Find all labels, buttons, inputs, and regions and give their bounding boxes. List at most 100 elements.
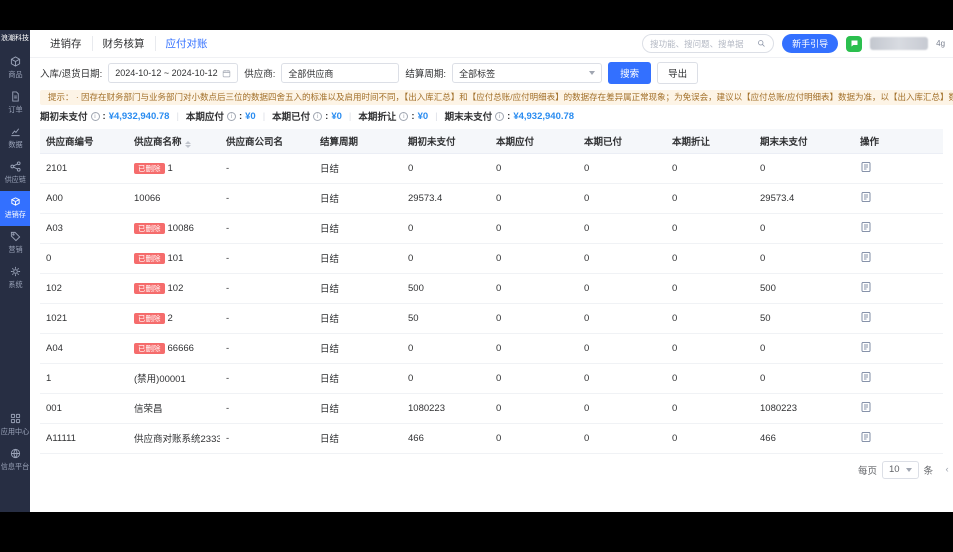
search-icon bbox=[758, 40, 765, 47]
report-icon[interactable] bbox=[860, 191, 872, 203]
cube-icon bbox=[10, 56, 20, 67]
supplier-code-cell: 1021 bbox=[40, 303, 128, 334]
report-icon[interactable] bbox=[860, 311, 872, 323]
supplier-name-cell: 已删除 102 bbox=[128, 273, 220, 304]
report-icon[interactable] bbox=[860, 251, 872, 263]
company-name-cell: - bbox=[220, 183, 314, 214]
per-page-select[interactable]: 10 bbox=[881, 460, 919, 479]
table-row[interactable]: 102 已删除 102 - 日结 500 0 0 0 500 bbox=[40, 273, 943, 304]
global-search-input[interactable] bbox=[650, 38, 754, 49]
closing-unpaid-cell: 0 bbox=[754, 333, 854, 364]
supplier-value[interactable] bbox=[288, 68, 393, 78]
sidebar-item-info-platform[interactable]: 信息平台 bbox=[0, 443, 30, 478]
box-icon bbox=[10, 197, 20, 206]
report-icon[interactable] bbox=[860, 401, 872, 413]
search-button[interactable]: 搜索 bbox=[608, 62, 652, 84]
date-range-input[interactable] bbox=[108, 63, 239, 83]
sidebar-item-data[interactable]: 数据 bbox=[0, 121, 30, 156]
settle-cycle-cell: 日结 bbox=[314, 183, 402, 214]
period-paid-cell: 0 bbox=[578, 213, 666, 244]
user-avatar[interactable] bbox=[870, 37, 929, 50]
row-action-cell[interactable] bbox=[854, 213, 943, 244]
report-icon[interactable] bbox=[860, 161, 872, 173]
col-closing-unpaid: 期末未支付 bbox=[754, 129, 854, 154]
sidebar-item-marketing[interactable]: 营销 bbox=[0, 226, 30, 261]
pagination: 每页 10 条 ‹ 1 2 › bbox=[30, 454, 953, 479]
sidebar-item-supply-chain[interactable]: 供应链 bbox=[0, 156, 30, 191]
summary-period-discount: 本期折让 i: ¥0 bbox=[358, 110, 429, 124]
info-icon[interactable]: i bbox=[495, 111, 505, 121]
table-row[interactable]: 001 信荣昌 - 日结 1080223 0 0 0 1080223 bbox=[40, 393, 943, 424]
sidebar-item-app-center[interactable]: 应用中心 bbox=[0, 408, 30, 443]
supplier-code-cell: 2101 bbox=[40, 153, 128, 184]
tab-inventory[interactable]: 进销存 bbox=[40, 36, 92, 51]
export-button[interactable]: 导出 bbox=[657, 62, 699, 84]
closing-unpaid-cell: 0 bbox=[754, 153, 854, 184]
date-range-value[interactable] bbox=[115, 68, 219, 78]
row-action-cell[interactable] bbox=[854, 333, 943, 364]
closing-unpaid-cell: 0 bbox=[754, 363, 854, 394]
prev-page-button[interactable]: ‹ bbox=[938, 460, 953, 479]
link-nodes-icon bbox=[9, 161, 21, 172]
cycle-select[interactable]: 全部标签 bbox=[452, 63, 603, 83]
period-payable-cell: 0 bbox=[490, 303, 578, 334]
row-action-cell[interactable] bbox=[854, 393, 943, 424]
table-row[interactable]: 0 已删除 101 - 日结 0 0 0 0 0 bbox=[40, 243, 943, 274]
sidebar-item-label: 应用中心 bbox=[0, 427, 30, 436]
table-row[interactable]: A00 10066 - 日结 29573.4 0 0 0 29573.4 bbox=[40, 183, 943, 214]
report-icon[interactable] bbox=[860, 431, 872, 443]
row-action-cell[interactable] bbox=[854, 303, 943, 334]
sort-icon[interactable] bbox=[184, 140, 191, 148]
row-action-cell[interactable] bbox=[854, 273, 943, 304]
row-action-cell[interactable] bbox=[854, 423, 943, 454]
report-icon[interactable] bbox=[860, 371, 872, 383]
row-action-cell[interactable] bbox=[854, 243, 943, 274]
sidebar-item-system[interactable]: 系统 bbox=[0, 261, 30, 296]
sidebar-item-inventory[interactable]: 进销存 bbox=[0, 191, 30, 227]
guide-button[interactable]: 新手引导 bbox=[782, 34, 839, 53]
period-paid-cell: 0 bbox=[578, 423, 666, 454]
user-suffix-label: 4g bbox=[936, 39, 946, 48]
company-name-cell: - bbox=[220, 393, 314, 424]
info-icon[interactable]: i bbox=[226, 111, 236, 121]
screenshot-stage: 浪潮科技 商品 订单 数据 供应链 进销存 营销 系统 应用中心 信息平台 进销… bbox=[0, 0, 953, 552]
sidebar-item-label: 系统 bbox=[7, 280, 23, 289]
global-search[interactable] bbox=[642, 34, 775, 53]
deleted-badge: 已删除 bbox=[134, 223, 165, 234]
per-page-unit: 条 bbox=[923, 465, 934, 477]
supplier-input[interactable] bbox=[281, 63, 400, 83]
messenger-icon[interactable] bbox=[846, 35, 863, 52]
report-icon[interactable] bbox=[860, 341, 872, 353]
row-action-cell[interactable] bbox=[854, 183, 943, 214]
report-icon[interactable] bbox=[860, 281, 872, 293]
period-paid-cell: 0 bbox=[578, 243, 666, 274]
table-row[interactable]: A03 已删除 10086 - 日结 0 0 0 0 0 bbox=[40, 213, 943, 244]
info-icon[interactable]: i bbox=[313, 111, 323, 121]
summary-bar: 期初未支付 i: ¥4,932,940.78 | 本期应付 i: ¥0 | 本期… bbox=[40, 110, 575, 124]
table-wrap: 供应商编号 供应商名称 供应商公司名 结算周期 期初未支付 本期应付 本期已付 … bbox=[30, 127, 953, 454]
table-row[interactable]: A04 已删除 66666 - 日结 0 0 0 0 0 bbox=[40, 333, 943, 364]
top-bar: 进销存 财务核算 应付对账 新手引导 4g bbox=[30, 30, 953, 58]
period-discount-cell: 0 bbox=[666, 333, 754, 364]
deleted-badge: 已删除 bbox=[134, 313, 165, 324]
tab-payable-statement[interactable]: 应付对账 bbox=[154, 36, 218, 51]
sidebar-item-orders[interactable]: 订单 bbox=[0, 86, 30, 121]
table-row[interactable]: 1021 已删除 2 - 日结 50 0 0 0 50 bbox=[40, 303, 943, 334]
col-supplier-code: 供应商编号 bbox=[40, 129, 128, 154]
info-icon[interactable]: i bbox=[399, 111, 409, 121]
report-icon[interactable] bbox=[860, 221, 872, 233]
tab-finance[interactable]: 财务核算 bbox=[91, 36, 155, 51]
row-action-cell[interactable] bbox=[854, 363, 943, 394]
table-row[interactable]: 2101 已删除 1 - 日结 0 0 0 0 0 bbox=[40, 153, 943, 184]
closing-unpaid-cell: 50 bbox=[754, 303, 854, 334]
table-header-row: 供应商编号 供应商名称 供应商公司名 结算周期 期初未支付 本期应付 本期已付 … bbox=[40, 129, 943, 154]
table-row[interactable]: A11111 供应商对账系统2333 - 日结 466 0 0 0 466 bbox=[40, 423, 943, 454]
settle-cycle-cell: 日结 bbox=[314, 393, 402, 424]
table-row[interactable]: 1 (禁用)00001 - 日结 0 0 0 0 0 bbox=[40, 363, 943, 394]
date-filter-label: 入库/退货日期: bbox=[40, 69, 103, 80]
settle-cycle-cell: 日结 bbox=[314, 153, 402, 184]
info-icon[interactable]: i bbox=[90, 111, 100, 121]
row-action-cell[interactable] bbox=[854, 153, 943, 184]
supplier-name-cell: 已删除 2 bbox=[128, 303, 220, 334]
sidebar-item-goods[interactable]: 商品 bbox=[0, 51, 30, 86]
